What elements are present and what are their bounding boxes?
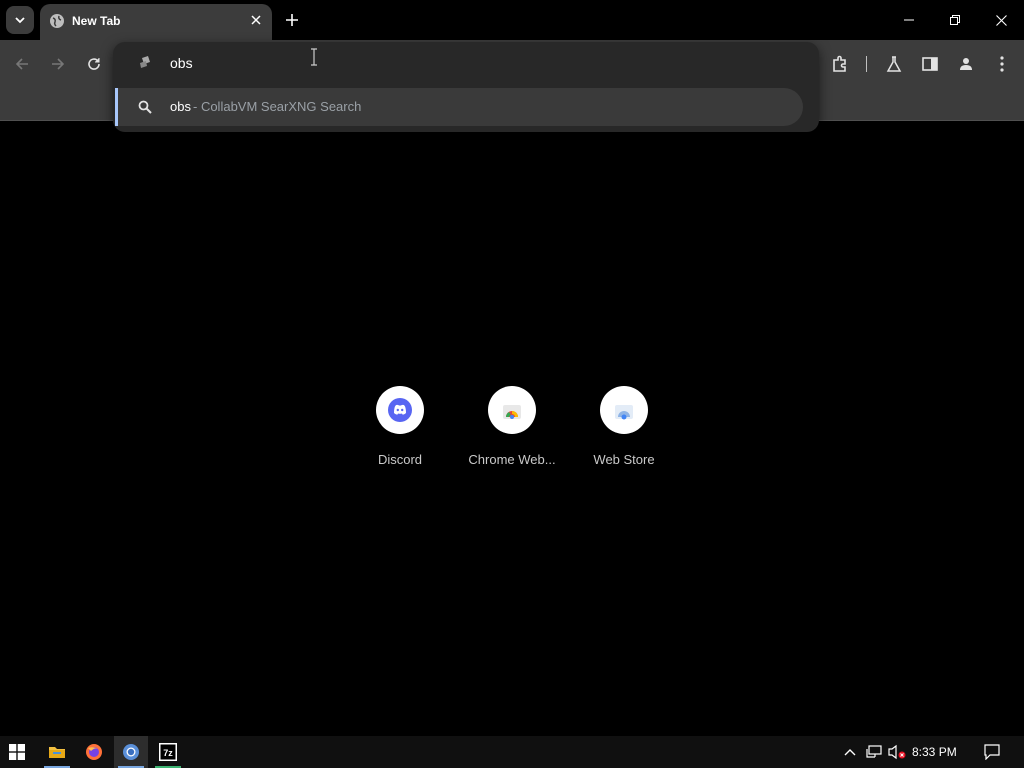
tab-title: New Tab (72, 14, 121, 28)
chevron-down-icon (15, 17, 25, 24)
plus-icon (286, 14, 298, 26)
labs-button[interactable] (880, 50, 908, 78)
shortcut-web-store[interactable]: Web Store (568, 386, 680, 476)
web-store-icon (615, 405, 633, 420)
arrow-left-icon (15, 58, 28, 70)
discord-icon (388, 398, 412, 422)
svg-text:7z: 7z (163, 748, 173, 758)
7zip-icon: 7z (159, 743, 177, 761)
person-icon (960, 58, 972, 70)
reload-button[interactable] (80, 50, 108, 78)
notification-icon (984, 744, 1000, 760)
suggestion-description: - CollabVM SearXNG Search (193, 99, 362, 114)
minimize-button[interactable] (886, 0, 932, 40)
toolbar-divider (866, 56, 867, 72)
extensions-button[interactable] (826, 50, 854, 78)
back-button[interactable] (8, 50, 36, 78)
taskbar-file-explorer[interactable] (40, 736, 74, 768)
taskbar-clock[interactable]: 8:33 PM (912, 745, 957, 759)
searxng-icon (140, 56, 150, 68)
omnibox-input[interactable]: obs (113, 42, 819, 84)
omnibox-popup: obs obs - CollabVM SearXNG Search (113, 42, 819, 132)
close-icon (251, 15, 261, 25)
restore-icon (950, 15, 960, 25)
shortcut-icon-circle (488, 386, 536, 434)
minimize-icon (904, 19, 914, 21)
show-hidden-icons-button[interactable] (840, 736, 860, 768)
shortcut-label: Discord (377, 452, 423, 467)
tab-close-button[interactable] (248, 12, 264, 28)
chrome-web-store-icon (503, 405, 521, 419)
side-panel-button[interactable] (916, 50, 944, 78)
shortcut-label: Web Store (593, 452, 655, 467)
action-center-button[interactable] (980, 736, 1004, 768)
shortcut-discord[interactable]: Discord (344, 386, 456, 476)
search-icon (138, 100, 152, 114)
more-vert-icon (1000, 56, 1004, 72)
side-panel-icon (922, 57, 938, 71)
globe-icon (50, 14, 64, 28)
firefox-icon (86, 744, 102, 760)
chevron-up-icon (844, 749, 856, 756)
shortcut-chrome-web-store[interactable]: Chrome Web... (456, 386, 568, 476)
reload-icon (88, 58, 100, 70)
windows-icon (9, 744, 25, 760)
folder-icon (49, 747, 65, 758)
volume-muted-icon (888, 744, 906, 760)
chrome-icon (123, 744, 139, 760)
taskbar: 7z 8:33 PM (0, 736, 1024, 768)
selection-indicator (115, 88, 118, 126)
suggestion-query: obs (170, 99, 191, 114)
restore-button[interactable] (932, 0, 978, 40)
menu-button[interactable] (988, 50, 1016, 78)
browser-window: New Tab obs obs - CollabVM SearXNG Searc… (0, 0, 1024, 768)
taskbar-chrome[interactable] (114, 736, 148, 768)
network-tray-button[interactable] (864, 736, 884, 768)
arrow-right-icon (52, 58, 65, 70)
omnibox-text: obs (170, 55, 193, 71)
taskbar-7zip[interactable]: 7z (151, 736, 185, 768)
shortcut-label: Chrome Web... (468, 452, 556, 467)
shortcut-icon-circle (600, 386, 648, 434)
omnibox-suggestion[interactable]: obs - CollabVM SearXNG Search (115, 88, 803, 126)
new-tab-button[interactable] (280, 8, 304, 32)
puzzle-icon (833, 55, 846, 72)
taskbar-firefox[interactable] (77, 736, 111, 768)
forward-button[interactable] (44, 50, 72, 78)
tab-new-tab[interactable]: New Tab (40, 4, 272, 40)
close-window-button[interactable] (978, 0, 1024, 40)
profile-button[interactable] (952, 50, 980, 78)
close-icon (995, 14, 1007, 26)
network-icon (866, 745, 882, 758)
start-button[interactable] (0, 736, 34, 768)
tab-search-button[interactable] (6, 6, 34, 34)
shortcut-icon-circle (376, 386, 424, 434)
text-cursor-icon (311, 48, 317, 66)
volume-tray-button[interactable] (886, 736, 908, 768)
tab-strip: New Tab (0, 0, 1024, 40)
flask-icon (886, 56, 902, 72)
